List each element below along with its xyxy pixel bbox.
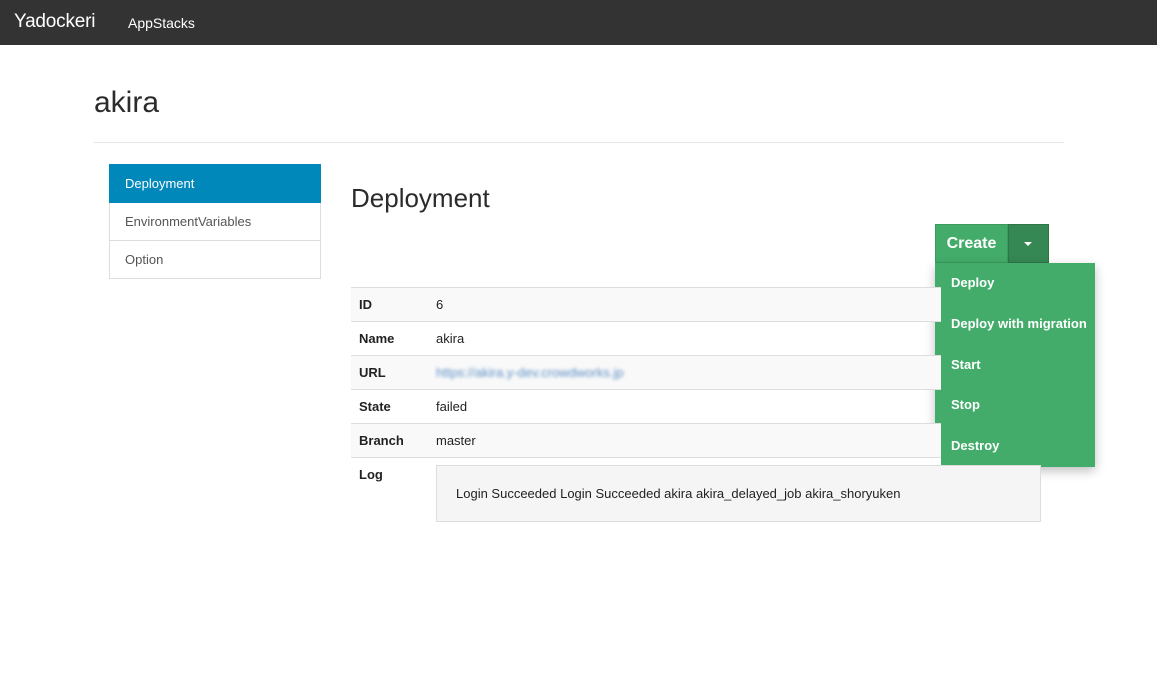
row-label-branch: Branch	[351, 423, 428, 458]
menu-item-deploy-with-migration[interactable]: Deploy with migration	[935, 304, 1095, 345]
row-label-name: Name	[351, 321, 428, 356]
menu-item-destroy[interactable]: Destroy	[935, 426, 1095, 467]
log-output: Login Succeeded Login Succeeded akira ak…	[436, 465, 1041, 522]
title-divider	[94, 142, 1064, 143]
table-row: Name akira	[351, 321, 941, 356]
section-title: Deployment	[351, 183, 490, 213]
nav-link-appstacks[interactable]: AppStacks	[128, 15, 195, 31]
url-link[interactable]: https://akira.y-dev.crowdworks.jp	[436, 365, 624, 380]
row-value-id: 6	[428, 287, 941, 322]
table-row: State failed	[351, 389, 941, 424]
sidebar-item-option[interactable]: Option	[109, 241, 321, 279]
caret-down-icon	[1024, 242, 1032, 246]
table-row: Branch master	[351, 423, 941, 458]
row-label-log: Log	[351, 457, 428, 527]
table-row: URL https://akira.y-dev.crowdworks.jp	[351, 355, 941, 390]
row-value-url: https://akira.y-dev.crowdworks.jp	[428, 355, 941, 390]
brand-logo[interactable]: Yadockeri	[14, 11, 95, 33]
table-row: ID 6	[351, 287, 941, 322]
row-label-state: State	[351, 389, 428, 424]
row-value-state: failed	[428, 389, 941, 424]
sidebar-item-environment-variables[interactable]: EnvironmentVariables	[109, 203, 321, 241]
menu-item-start[interactable]: Start	[935, 345, 1095, 386]
create-button[interactable]: Create	[935, 224, 1008, 263]
create-dropdown-menu: Deploy Deploy with migration Start Stop …	[935, 263, 1095, 467]
create-button-group: Create	[935, 224, 1049, 263]
row-value-name: akira	[428, 321, 941, 356]
page-title: akira	[94, 86, 160, 119]
create-dropdown-toggle[interactable]	[1008, 224, 1049, 263]
row-label-url: URL	[351, 355, 428, 390]
menu-item-deploy[interactable]: Deploy	[935, 263, 1095, 304]
row-label-id: ID	[351, 287, 428, 322]
sidebar-nav: Deployment EnvironmentVariables Option	[109, 164, 321, 279]
sidebar-item-deployment[interactable]: Deployment	[109, 164, 321, 203]
row-value-branch: master	[428, 423, 941, 458]
menu-item-stop[interactable]: Stop	[935, 385, 1095, 426]
top-navbar: Yadockeri AppStacks	[0, 0, 1157, 45]
